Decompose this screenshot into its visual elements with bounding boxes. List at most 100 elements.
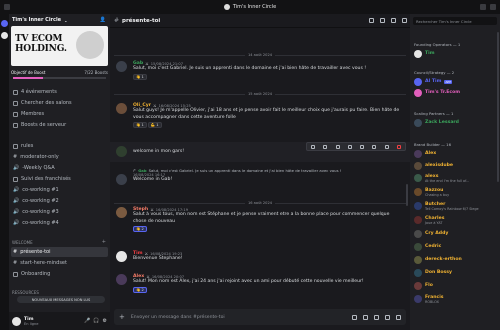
member-item[interactable]: Cry Addy xyxy=(414,228,498,239)
channel-presente-toi[interactable]: # présente-toi xyxy=(11,247,108,257)
thread-icon[interactable] xyxy=(335,144,340,149)
channel-co-working-1[interactable]: 🔊 co-working #1 xyxy=(11,185,108,195)
member-item[interactable]: Tim xyxy=(414,48,498,59)
channel-sidebar: Tim's Inner Circle ⌄ 👤 TV ECOM HOLDING. … xyxy=(9,14,110,330)
members-icon xyxy=(13,111,18,117)
add-attachment-icon[interactable]: + xyxy=(119,313,125,321)
search-input[interactable]: Rechercher Tim's Inner Circle xyxy=(413,17,497,25)
member-item[interactable]: alexs At the end I'm the full of... xyxy=(414,172,498,183)
member-item[interactable]: Alex xyxy=(414,148,498,159)
reply-icon[interactable] xyxy=(323,144,328,149)
reaction[interactable]: 👋 2 xyxy=(133,226,147,232)
channel-co-working-2[interactable]: 🔊 co-working #2 xyxy=(11,196,108,206)
gift-icon[interactable] xyxy=(352,314,357,320)
trash-icon[interactable] xyxy=(396,144,401,149)
member-name: AI Tim xyxy=(425,79,442,84)
member-status: ROBLOX xyxy=(425,299,439,304)
user-avatar[interactable] xyxy=(116,61,127,72)
add-member-icon[interactable]: 👤 xyxy=(100,17,106,23)
reaction[interactable]: 💪 1 xyxy=(147,122,162,128)
reaction-icon[interactable] xyxy=(311,144,316,149)
server-list xyxy=(0,14,9,330)
message-composer[interactable]: + Envoyer un message dans #présente-toi xyxy=(114,309,406,325)
member-item[interactable]: Tim's Tr.Ecom xyxy=(414,87,498,98)
member-status: At the end I'm the full of... xyxy=(425,178,470,183)
gif-icon[interactable] xyxy=(363,314,368,320)
boost-goal[interactable]: Objectif de Boost 7/22 Boosts xyxy=(11,68,108,79)
edit-icon[interactable] xyxy=(372,144,377,149)
server-list-item[interactable] xyxy=(1,20,8,27)
chat-scrollbar[interactable] xyxy=(406,184,408,206)
channel-franchise-tracking[interactable]: Suivi des franchisés xyxy=(11,174,108,184)
pin-icon[interactable] xyxy=(347,144,352,149)
member-name: Charles xyxy=(425,215,445,221)
nav-browse-channels[interactable]: Chercher des salons xyxy=(11,98,108,108)
gear-icon[interactable]: ⚙ xyxy=(103,318,107,324)
member-item[interactable]: Don Bossy xyxy=(414,267,498,278)
user-avatar[interactable] xyxy=(116,207,127,218)
chevron-down-icon: ⌄ xyxy=(64,17,68,23)
inbox-icon[interactable] xyxy=(480,4,486,10)
user-avatar[interactable] xyxy=(116,251,127,262)
member-name: Tim's Tr.Ecom xyxy=(425,90,461,95)
member-avatar xyxy=(414,201,422,210)
mic-icon[interactable]: 🎤 xyxy=(84,318,90,324)
help-icon[interactable] xyxy=(490,4,496,10)
headphones-icon[interactable]: 🎧 xyxy=(93,318,99,324)
channel-weekly-qa[interactable]: 🔊 -Weekly Q&A xyxy=(11,163,108,173)
member-avatar xyxy=(414,49,422,58)
user-avatar[interactable] xyxy=(116,146,127,157)
nav-members[interactable]: Membres xyxy=(11,109,108,119)
channel-onboarding[interactable]: Onboarding xyxy=(11,269,108,279)
channel-co-working-3[interactable]: 🔊 co-working #3 xyxy=(11,207,108,217)
member-item[interactable]: Bazzou Chasing a buy xyxy=(414,186,498,197)
new-messages-button[interactable]: NOUVEAUX MESSAGES NON LUS xyxy=(17,296,105,303)
member-item[interactable]: Butcher Tell Comoy's Rainbow 6/7 Siege xyxy=(414,200,498,211)
reaction[interactable]: 👋 1 xyxy=(133,122,147,128)
member-avatar xyxy=(414,161,422,170)
back-icon[interactable] xyxy=(4,4,10,10)
member-item[interactable]: Charles Joue à YAT xyxy=(414,214,498,225)
chat-header: # présente-toi xyxy=(110,14,410,28)
member-list-scrollbar[interactable] xyxy=(497,32,499,182)
bell-icon[interactable] xyxy=(380,18,385,23)
message-input[interactable]: Envoyer un message dans #présente-toi xyxy=(131,315,346,320)
member-item[interactable]: Flo xyxy=(414,280,498,291)
channel-co-working-4[interactable]: 🔊 co-working #4 xyxy=(11,218,108,228)
apps-icon[interactable] xyxy=(396,314,401,320)
link-icon[interactable] xyxy=(360,144,365,149)
reaction[interactable]: 👋 2 xyxy=(133,286,147,293)
server-list-item[interactable] xyxy=(1,32,8,39)
member-item[interactable]: dereck-erthon xyxy=(414,254,498,265)
member-item[interactable]: alexisdube xyxy=(414,160,498,171)
category-welcome[interactable]: WELCOME xyxy=(12,240,33,245)
hash-icon: # xyxy=(13,260,18,266)
user-avatar[interactable] xyxy=(12,316,21,326)
reaction[interactable]: 👋 1 xyxy=(133,73,147,80)
user-avatar[interactable] xyxy=(116,103,127,114)
nav-server-boosts[interactable]: Boosts de serveur xyxy=(11,120,108,130)
server-header[interactable]: Tim's Inner Circle ⌄ 👤 xyxy=(9,14,110,26)
category-resources[interactable]: RESSOURCES xyxy=(12,290,39,295)
emoji-icon[interactable] xyxy=(385,314,390,320)
message-text: Salut! Mon nom est Alex, j'ai 24 ans j'a… xyxy=(133,279,364,284)
member-item[interactable]: Francis ROBLOX xyxy=(414,293,498,304)
nav-events[interactable]: 4 événements xyxy=(11,87,108,97)
channel-start-here-mindset[interactable]: # start-here-mindset xyxy=(11,258,108,268)
channel-rules[interactable]: rules xyxy=(11,141,108,151)
pin-icon[interactable] xyxy=(391,18,396,23)
member-item[interactable]: AI Tim APP xyxy=(414,76,498,87)
sticker-icon[interactable] xyxy=(374,314,379,320)
role-header: Scaling Partners — 1 xyxy=(414,111,454,116)
member-item[interactable]: Zack Lessard xyxy=(414,117,498,128)
member-name: Alex xyxy=(425,151,437,156)
add-channel-icon[interactable]: + xyxy=(102,239,106,245)
boost-goal-count: 7/22 Boosts xyxy=(84,69,108,75)
member-item[interactable]: Cedric xyxy=(414,241,498,252)
channel-moderator-only[interactable]: # moderator-only xyxy=(11,152,108,162)
more-icon[interactable] xyxy=(384,144,389,149)
member-list-icon[interactable] xyxy=(402,18,407,23)
user-avatar[interactable] xyxy=(116,274,127,285)
user-avatar[interactable] xyxy=(116,174,127,185)
threads-icon[interactable] xyxy=(369,18,374,23)
